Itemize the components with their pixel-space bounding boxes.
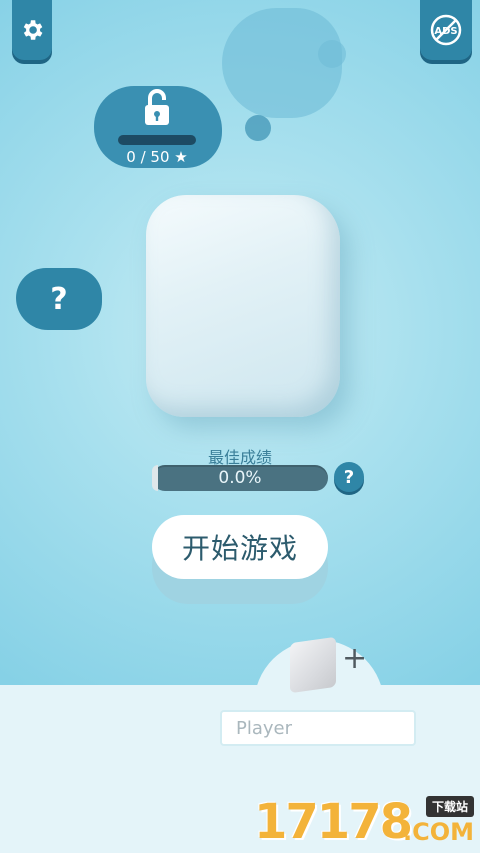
decorative-blob <box>245 115 271 141</box>
player-cube[interactable] <box>146 195 340 417</box>
unlock-progress-text: 0 / 50 ★ <box>126 148 188 166</box>
watermark-logo: 17178 下载站 .COM <box>254 788 480 853</box>
watermark-number: 17178 <box>254 794 413 850</box>
watermark-tag: 下载站 <box>425 796 474 817</box>
add-skin-button[interactable]: + <box>342 644 367 674</box>
start-game-button[interactable]: 开始游戏 <box>152 515 328 579</box>
no-ads-button[interactable]: ADS <box>420 0 472 60</box>
unlocked-padlock-icon <box>141 88 173 132</box>
question-mark-icon: ? <box>343 466 355 488</box>
best-score-help-button[interactable]: ? <box>334 462 364 492</box>
player-name-placeholder: Player <box>236 717 293 739</box>
skin-cube-icon[interactable] <box>290 636 336 694</box>
start-game-label: 开始游戏 <box>181 532 298 565</box>
no-ads-label: ADS <box>434 26 457 37</box>
hint-button[interactable]: ? <box>16 268 102 330</box>
player-name-input[interactable]: Player <box>220 710 416 746</box>
gear-icon <box>19 17 45 43</box>
decorative-blob <box>318 40 346 68</box>
best-score-value: 0.0% <box>218 468 262 488</box>
no-ads-icon: ADS <box>429 13 463 47</box>
question-mark-icon: ? <box>50 281 68 317</box>
unlock-progress-bar <box>118 135 196 145</box>
watermark-suffix: .COM <box>402 818 474 846</box>
settings-button[interactable] <box>12 0 52 60</box>
